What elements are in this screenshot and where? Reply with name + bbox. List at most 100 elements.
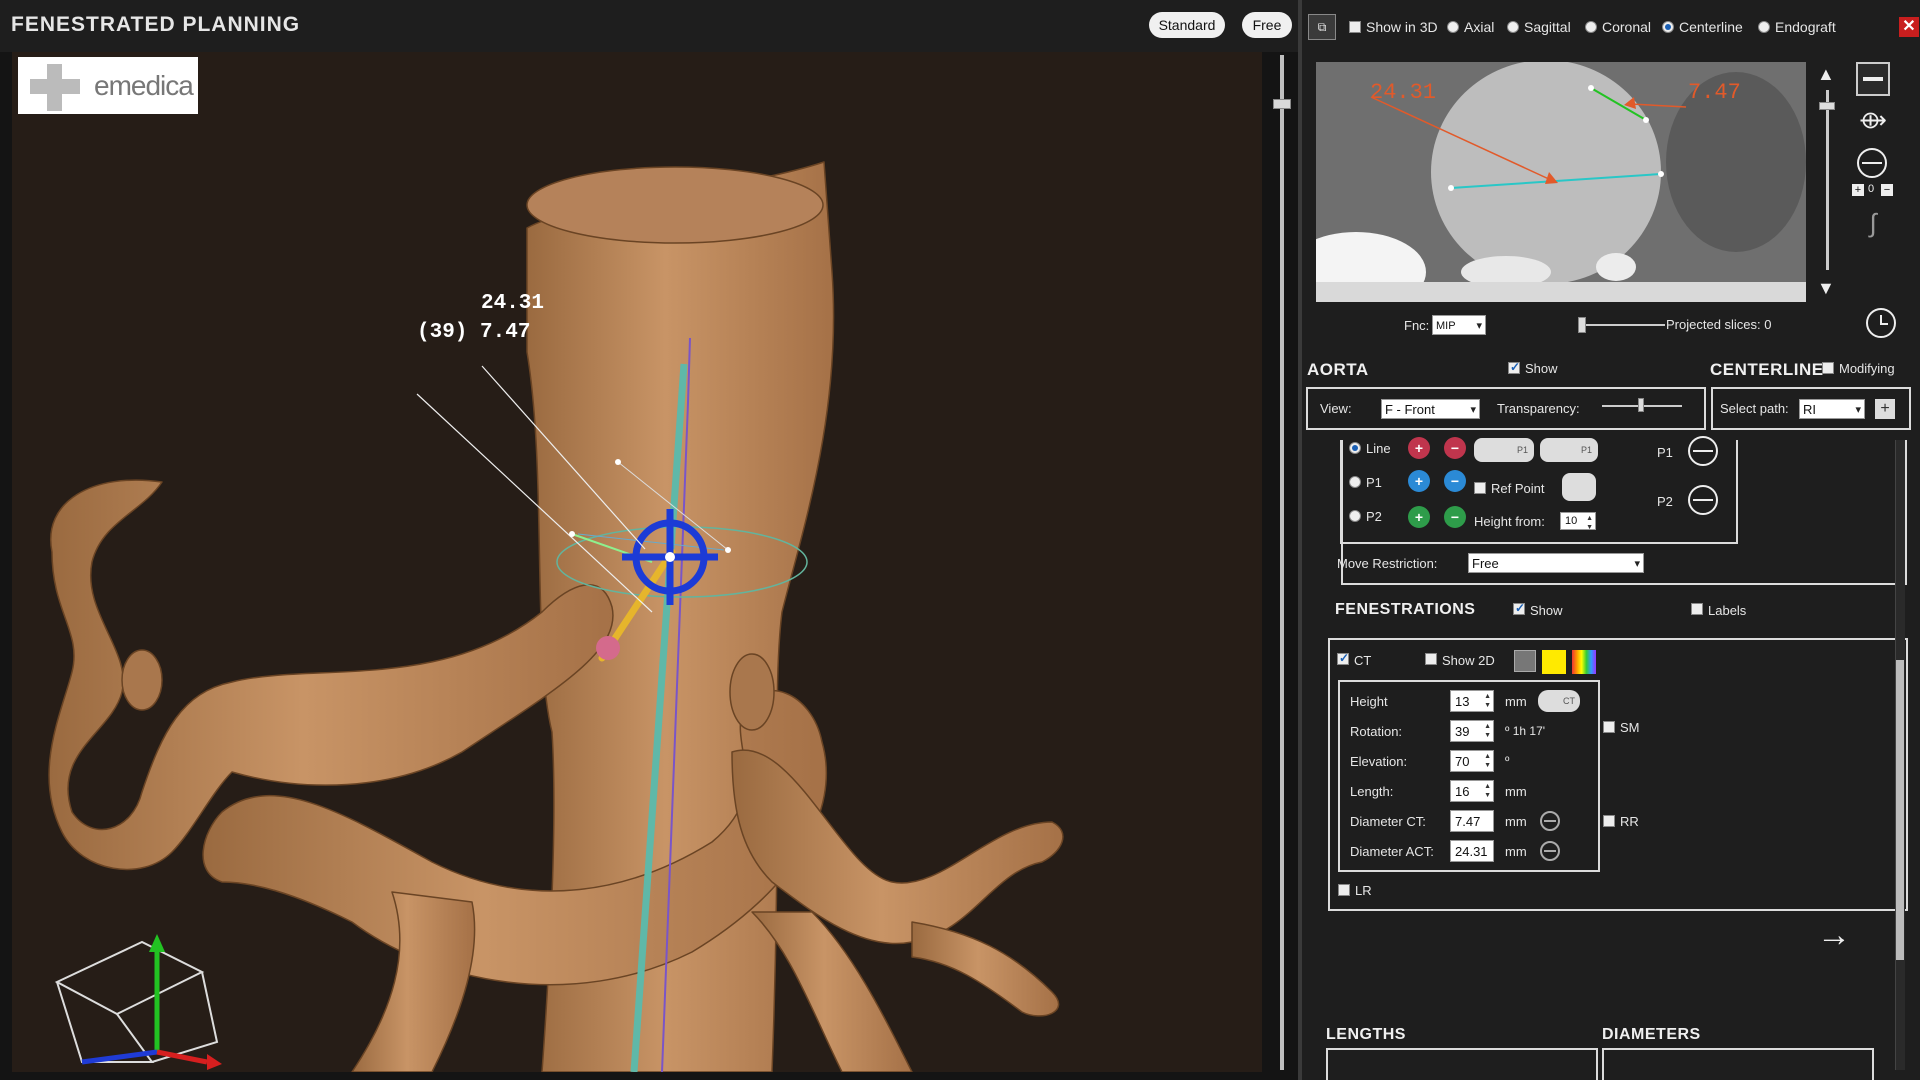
p2-radio[interactable]: [1349, 510, 1361, 522]
ct-checkbox[interactable]: [1337, 651, 1349, 665]
app-title: FENESTRATED PLANNING: [11, 13, 301, 36]
p2-remove-icon[interactable]: −: [1444, 506, 1466, 528]
fenestrations-labels-checkbox[interactable]: [1691, 603, 1703, 615]
clock-icon[interactable]: [1866, 308, 1896, 338]
yellow-color-swatch[interactable]: [1542, 650, 1566, 674]
next-arrow-icon[interactable]: →: [1812, 918, 1856, 952]
standard-mode-button[interactable]: Standard: [1149, 12, 1225, 38]
line-radio[interactable]: [1349, 442, 1361, 454]
curve-icon[interactable]: ∫: [1858, 205, 1888, 241]
fnc-select[interactable]: MIP: [1432, 315, 1486, 336]
axial-radio[interactable]: [1447, 21, 1459, 33]
length-label: Length:: [1350, 784, 1394, 799]
lengths-table: [1326, 1048, 1598, 1080]
diameter-act-label: Diameter ACT:: [1350, 844, 1434, 859]
p2-diameter-label: P2: [1657, 494, 1673, 509]
fenestrations-show-checkbox[interactable]: [1513, 601, 1525, 615]
modifying-checkbox[interactable]: [1822, 362, 1834, 374]
sagittal-radio[interactable]: [1507, 21, 1519, 33]
p1-radio[interactable]: [1349, 476, 1361, 488]
select-path-select[interactable]: RI: [1799, 399, 1865, 420]
centerline-radio[interactable]: [1662, 21, 1674, 33]
p1-add-icon[interactable]: +: [1408, 470, 1430, 492]
height-input[interactable]: 13 ▲ ▼: [1450, 690, 1494, 712]
aorta-3d-model: [48, 161, 1064, 1072]
lr-checkbox[interactable]: [1338, 884, 1350, 896]
transparency-thumb[interactable]: [1638, 398, 1644, 412]
p2-add-icon[interactable]: +: [1408, 506, 1430, 528]
height-from-label: Height from:: [1474, 514, 1545, 529]
ref-point-button[interactable]: [1562, 473, 1596, 501]
line-remove-icon[interactable]: −: [1444, 437, 1466, 459]
diameter-ct-input[interactable]: 7.47: [1450, 810, 1494, 832]
line-label: Line: [1366, 441, 1391, 456]
p1-move-button[interactable]: P1: [1540, 438, 1598, 462]
show-in-3d-checkbox[interactable]: [1349, 21, 1361, 33]
ct-measure-left-label: 24.31: [1370, 80, 1437, 105]
arrow-down-icon[interactable]: ▼: [1817, 278, 1835, 299]
centerline-label: Centerline: [1679, 19, 1743, 35]
gradient-color-swatch[interactable]: [1572, 650, 1596, 674]
select-path-label: Select path:: [1720, 401, 1789, 416]
p1-remove-icon[interactable]: −: [1444, 470, 1466, 492]
projected-slices-slider[interactable]: [1580, 324, 1665, 326]
minus-bar-icon[interactable]: [1856, 62, 1890, 96]
length-input[interactable]: 16 ▲ ▼: [1450, 780, 1494, 802]
ref-point-checkbox[interactable]: [1474, 482, 1486, 494]
measurement-bottom-label: (39) 7.47: [417, 321, 531, 344]
sagittal-label: Sagittal: [1524, 19, 1571, 35]
endograft-radio[interactable]: [1758, 21, 1770, 33]
diameter-act-icon[interactable]: [1540, 841, 1560, 861]
coronal-radio[interactable]: [1585, 21, 1597, 33]
line-add-icon[interactable]: +: [1408, 437, 1430, 459]
diameter-act-input[interactable]: 24.31: [1450, 840, 1494, 862]
fenestrations-show-label: Show: [1530, 603, 1563, 618]
free-mode-button[interactable]: Free: [1242, 12, 1292, 38]
diameter-act-unit: mm: [1505, 844, 1527, 859]
logo-text: emedica: [94, 70, 194, 101]
arrow-up-icon[interactable]: ▲: [1817, 64, 1835, 85]
diameters-table: [1602, 1048, 1874, 1080]
ct-sync-button[interactable]: CT: [1538, 690, 1580, 712]
zoom-plus-icon[interactable]: +: [1852, 184, 1864, 196]
elevation-input[interactable]: 70 ▲ ▼: [1450, 750, 1494, 772]
lr-label: LR: [1355, 883, 1372, 898]
diameter-icon[interactable]: [1857, 148, 1887, 178]
ct-slice-slider[interactable]: [1826, 90, 1829, 270]
view-select[interactable]: F - Front: [1381, 399, 1480, 420]
axial-label: Axial: [1464, 19, 1495, 35]
fenestrations-title: FENESTRATIONS: [1335, 601, 1476, 618]
show-2d-checkbox[interactable]: [1425, 653, 1437, 665]
ct-slice-slider-thumb[interactable]: [1819, 102, 1835, 110]
title-bar: FENESTRATED PLANNING Standard Free: [0, 0, 1298, 52]
hand-tool-icon[interactable]: [1514, 650, 1536, 672]
rr-label: RR: [1620, 814, 1639, 829]
rotation-input[interactable]: 39 ▲ ▼: [1450, 720, 1494, 742]
panel-scrollbar-thumb[interactable]: [1896, 660, 1904, 960]
height-from-input[interactable]: 10 ▲ ▼: [1560, 512, 1596, 531]
zoom-value: 0: [1868, 183, 1875, 195]
diameters-title: DIAMETERS: [1602, 1026, 1701, 1043]
viewport-slider-thumb[interactable]: [1273, 99, 1291, 109]
add-path-button[interactable]: +: [1875, 399, 1895, 419]
p1-diameter-icon[interactable]: [1688, 436, 1718, 466]
ct-slice-view[interactable]: 24.31 7.47: [1316, 62, 1806, 302]
3d-viewport[interactable]: emedica 24.31 (39) 7.47: [12, 52, 1262, 1072]
3d-toggle-icon[interactable]: ⧉: [1308, 14, 1336, 40]
close-icon[interactable]: ✕: [1899, 17, 1919, 37]
rr-checkbox[interactable]: [1603, 815, 1615, 827]
centerline-title: CENTERLINE: [1710, 360, 1824, 379]
rotation-unit: º 1h 17': [1505, 724, 1546, 738]
branch-icon[interactable]: ⟴: [1856, 104, 1890, 138]
aorta-show-checkbox[interactable]: [1508, 360, 1520, 374]
p1-set-button[interactable]: P1: [1474, 438, 1534, 462]
viewport-vertical-slider[interactable]: [1280, 55, 1284, 1070]
zoom-minus-icon[interactable]: −: [1881, 184, 1893, 196]
sm-checkbox[interactable]: [1603, 721, 1615, 733]
diameter-ct-icon[interactable]: [1540, 811, 1560, 831]
p2-diameter-icon[interactable]: [1688, 485, 1718, 515]
projected-slices-thumb[interactable]: [1578, 317, 1586, 333]
move-restriction-label: Move Restriction:: [1337, 556, 1438, 571]
move-restriction-select[interactable]: Free: [1468, 553, 1644, 574]
orientation-cube-icon: [54, 940, 219, 1063]
